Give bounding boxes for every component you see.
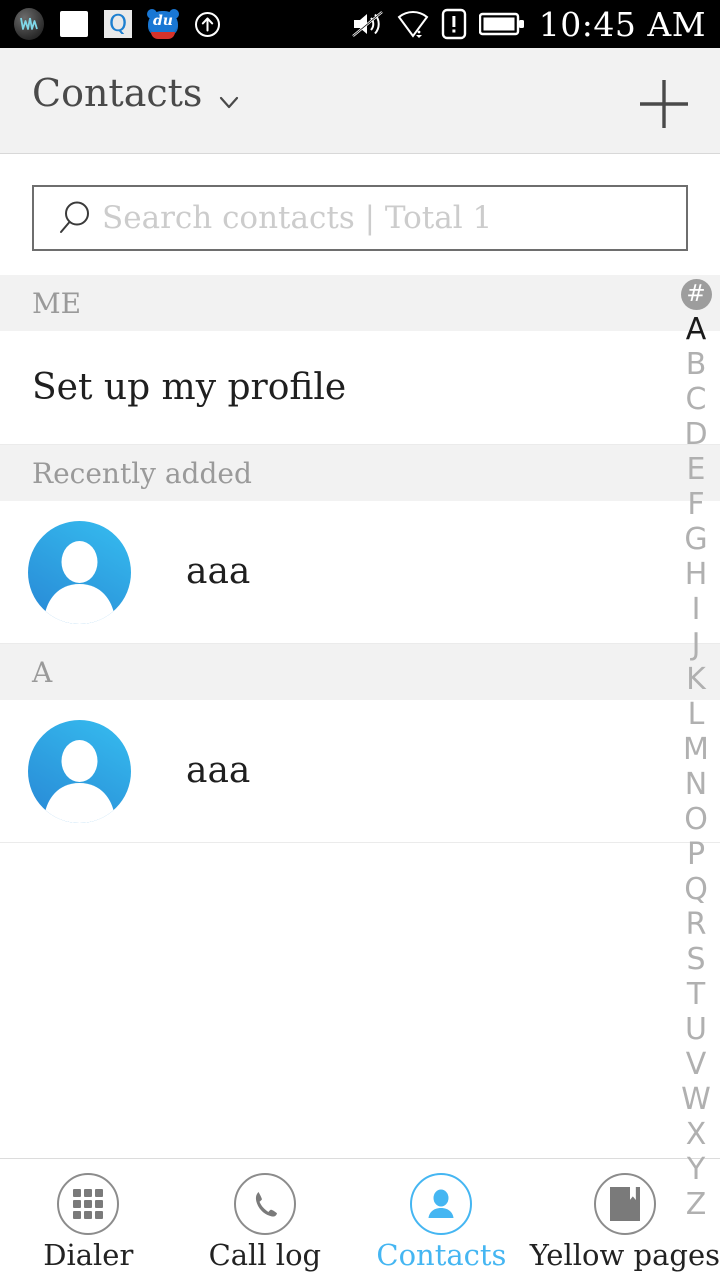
- index-letter-j[interactable]: J: [672, 627, 720, 662]
- contact-row-recent[interactable]: aaa: [0, 501, 720, 644]
- section-header-recently-added: Recently added: [0, 445, 720, 501]
- sim-alert-icon: [441, 8, 467, 40]
- contact-name: aaa: [186, 750, 251, 791]
- status-bar-clock: 10:45 AM: [538, 4, 706, 44]
- index-letter-d[interactable]: D: [672, 417, 720, 452]
- contacts-app-screen: Q du 10:45 AM Contacts Search contacts |…: [0, 0, 720, 1280]
- nav-label-call-log: Call log: [208, 1238, 322, 1272]
- plus-icon: [636, 80, 692, 136]
- index-letter-q[interactable]: Q: [672, 872, 720, 907]
- upload-arrow-icon: [194, 11, 221, 38]
- set-up-my-profile-row[interactable]: Set up my profile: [0, 331, 720, 445]
- dialpad-icon: [57, 1173, 120, 1235]
- section-header-a-label: A: [32, 655, 53, 689]
- index-letter-b[interactable]: B: [672, 347, 720, 382]
- index-letter-k[interactable]: K: [672, 662, 720, 697]
- app-bar: Contacts: [0, 48, 720, 154]
- search-icon: [56, 198, 96, 238]
- phone-icon: [233, 1173, 296, 1235]
- nav-label-dialer: Dialer: [43, 1238, 134, 1272]
- index-letter-l[interactable]: L: [672, 697, 720, 732]
- index-letter-r[interactable]: R: [672, 907, 720, 942]
- account-selector[interactable]: Contacts: [32, 74, 240, 112]
- volume-mute-icon: [351, 9, 385, 39]
- index-letter-w[interactable]: W: [672, 1082, 720, 1117]
- bottom-navigation-bar: Dialer Call log Contacts Yellow pages: [0, 1158, 720, 1280]
- index-letter-p[interactable]: P: [672, 837, 720, 872]
- nav-label-contacts: Contacts: [376, 1238, 507, 1272]
- index-letter-h[interactable]: H: [672, 557, 720, 592]
- index-letter-g[interactable]: G: [672, 522, 720, 557]
- contact-avatar-icon: [28, 520, 131, 624]
- index-letter-v[interactable]: V: [672, 1047, 720, 1082]
- du-browser-icon: du: [147, 9, 179, 39]
- add-contact-button[interactable]: [636, 76, 692, 132]
- section-header-a: A: [0, 644, 720, 700]
- index-letter-c[interactable]: C: [672, 382, 720, 417]
- nav-item-dialer[interactable]: Dialer: [0, 1159, 177, 1280]
- chevron-down-icon: [218, 82, 240, 109]
- contact-row-a[interactable]: aaa: [0, 700, 720, 843]
- nav-item-contacts[interactable]: Contacts: [353, 1159, 530, 1280]
- status-bar: Q du 10:45 AM: [0, 0, 720, 48]
- wps-office-icon: [14, 8, 44, 40]
- contacts-list[interactable]: ME Set up my profile Recently added aaa …: [0, 275, 720, 1158]
- search-placeholder: Search contacts | Total 1: [102, 199, 493, 236]
- alphabet-index-bar[interactable]: # A B C D E F G H I J K L M N O P Q R S …: [672, 275, 720, 1219]
- index-letter-u[interactable]: U: [672, 1012, 720, 1047]
- book-icon: [593, 1173, 656, 1235]
- qq-icon: Q: [104, 10, 132, 38]
- index-letter-a[interactable]: A: [672, 312, 720, 347]
- wifi-icon: [397, 9, 429, 39]
- index-letter-f[interactable]: F: [672, 487, 720, 522]
- index-letter-m[interactable]: M: [672, 732, 720, 767]
- gallery-icon: [60, 11, 88, 37]
- status-bar-notification-icons: Q du: [14, 8, 237, 40]
- section-header-recently-added-label: Recently added: [32, 456, 252, 490]
- section-header-me-label: ME: [32, 286, 82, 320]
- nav-item-call-log[interactable]: Call log: [177, 1159, 354, 1280]
- index-letter-t[interactable]: T: [672, 977, 720, 1012]
- contact-name: aaa: [186, 551, 251, 592]
- search-input[interactable]: Search contacts | Total 1: [32, 185, 688, 251]
- index-letter-i[interactable]: I: [672, 592, 720, 627]
- page-title: Contacts: [32, 71, 203, 115]
- status-bar-system-icons: 10:45 AM: [339, 8, 706, 41]
- battery-icon: [478, 11, 525, 37]
- section-header-me: ME: [0, 275, 720, 331]
- index-letter-o[interactable]: O: [672, 802, 720, 837]
- contact-avatar-icon: [28, 719, 131, 823]
- index-letter-y[interactable]: Y: [672, 1152, 720, 1187]
- person-icon: [410, 1173, 473, 1235]
- search-area: Search contacts | Total 1: [0, 155, 720, 275]
- index-letter-x[interactable]: X: [672, 1117, 720, 1152]
- set-up-my-profile-label: Set up my profile: [32, 366, 347, 408]
- nav-label-yellow-pages: Yellow pages: [529, 1238, 720, 1272]
- index-letter-s[interactable]: S: [672, 942, 720, 977]
- index-letter-z[interactable]: Z: [672, 1187, 720, 1222]
- index-letter-e[interactable]: E: [672, 452, 720, 487]
- index-hash[interactable]: #: [680, 279, 712, 310]
- index-letter-n[interactable]: N: [672, 767, 720, 802]
